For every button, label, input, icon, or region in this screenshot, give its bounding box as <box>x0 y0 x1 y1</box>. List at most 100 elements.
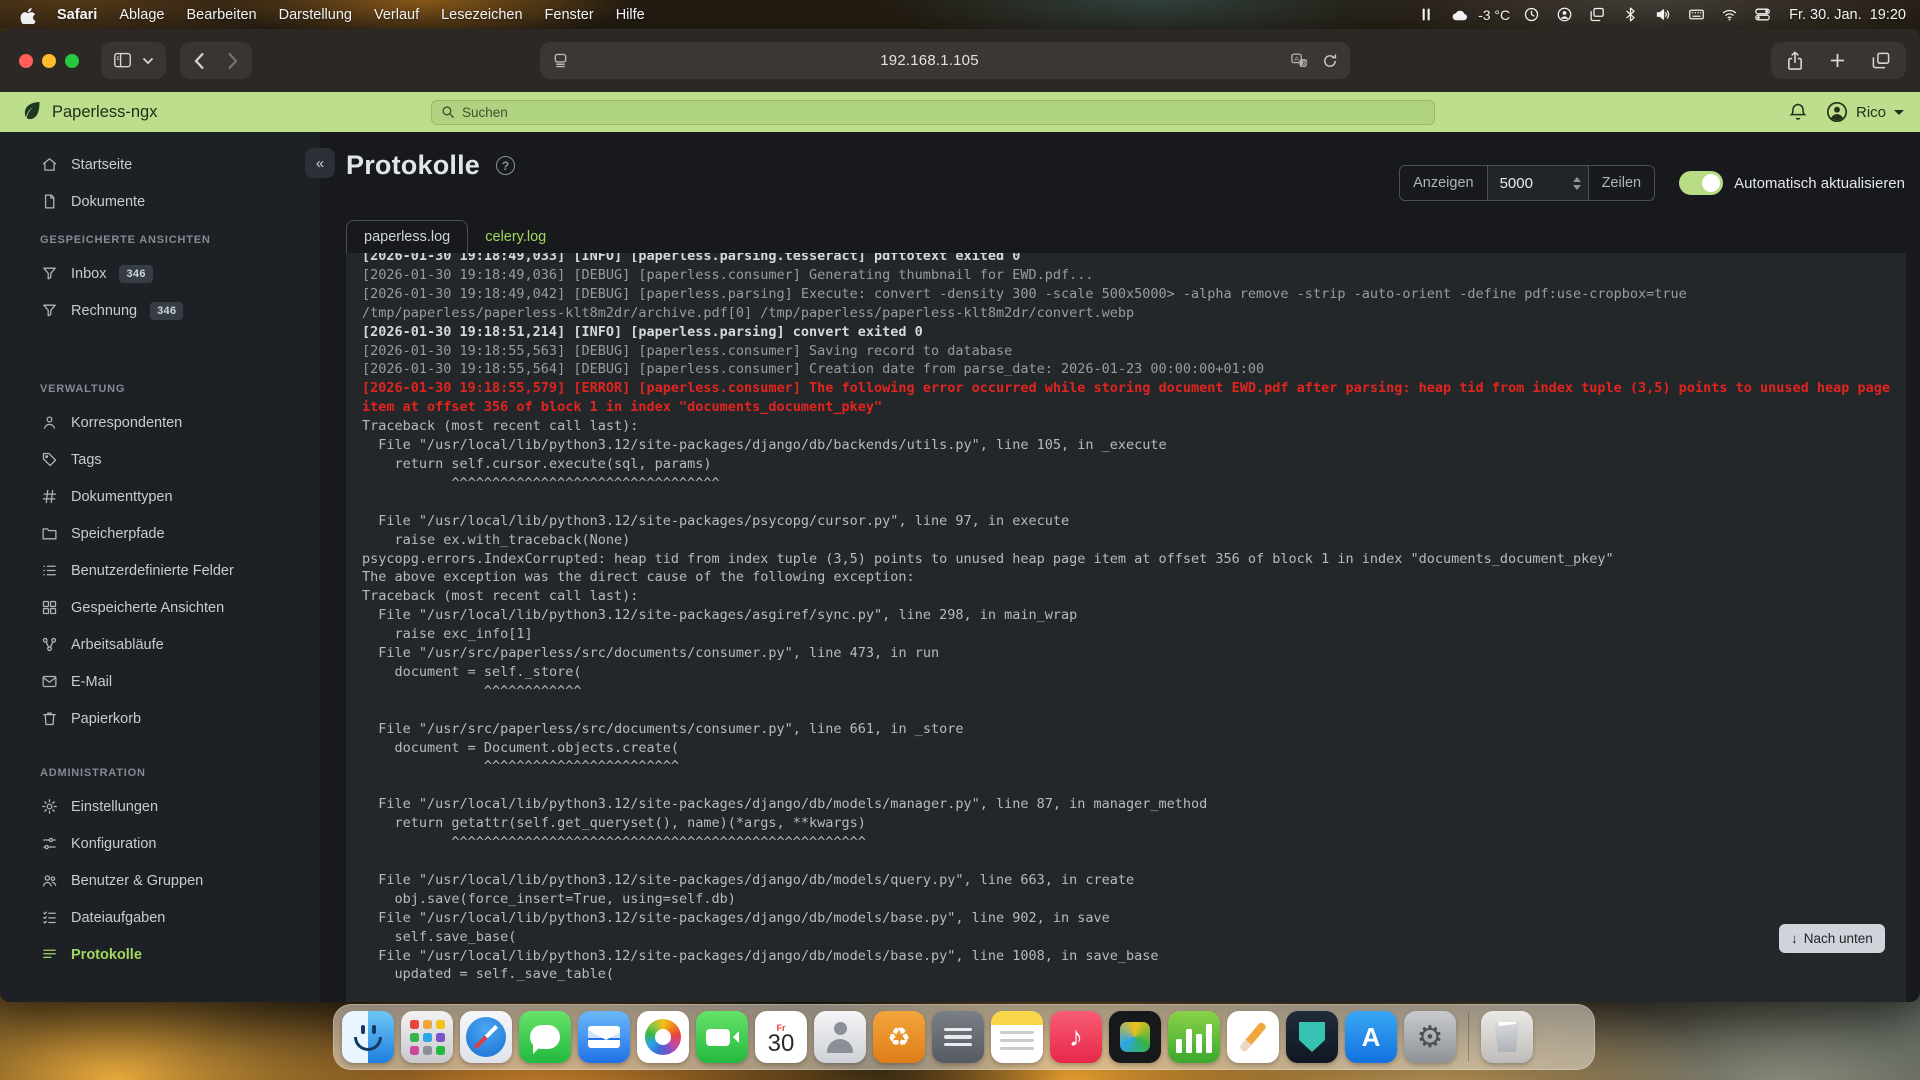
forward-button[interactable] <box>227 52 238 70</box>
dock-icon-app-store[interactable]: A <box>1345 1011 1397 1063</box>
sidebar-item-einstellungen[interactable]: Einstellungen <box>0 788 320 825</box>
number-stepper[interactable] <box>1573 166 1581 200</box>
menu-safari[interactable]: Safari <box>46 7 108 23</box>
menu-hilfe[interactable]: Hilfe <box>605 7 656 23</box>
log-line-trace: raise ex.with_traceback(None) <box>362 531 1890 550</box>
dock-icon-messages[interactable] <box>519 1011 571 1063</box>
close-window-button[interactable] <box>19 54 33 68</box>
menu-ablage[interactable]: Ablage <box>108 7 175 23</box>
dock-icon-safari[interactable] <box>460 1011 512 1063</box>
control-center-icon[interactable] <box>1751 6 1774 23</box>
dock-icon-notes[interactable] <box>991 1011 1043 1063</box>
dock-icon-recycle-app[interactable]: ♻ <box>873 1011 925 1063</box>
sidebar-item-startseite[interactable]: Startseite <box>0 146 320 183</box>
dock-icon-mail[interactable] <box>578 1011 630 1063</box>
global-search[interactable] <box>431 100 1435 125</box>
dock-icon-photo-editor[interactable] <box>1109 1011 1161 1063</box>
menu-verlauf[interactable]: Verlauf <box>363 7 430 23</box>
clock-icon[interactable] <box>1520 6 1543 23</box>
funnel-icon <box>40 302 58 319</box>
menu-bearbeiten[interactable]: Bearbeiten <box>175 7 267 23</box>
lines-count-field[interactable] <box>1488 166 1588 200</box>
new-tab-icon[interactable] <box>1829 52 1846 69</box>
stats-icon[interactable] <box>1415 6 1438 23</box>
tab-celery-log[interactable]: celery.log <box>468 220 563 253</box>
menu-darstellung[interactable]: Darstellung <box>268 7 363 23</box>
paperless-header: Paperless-ngx Rico <box>0 92 1920 132</box>
log-line-debug: [2026-01-30 19:18:55,564] [DEBUG] [paper… <box>362 360 1890 379</box>
volume-icon[interactable] <box>1652 6 1675 23</box>
dock-icon-numbers[interactable] <box>1168 1011 1220 1063</box>
dock-icon-shield-app[interactable] <box>1286 1011 1338 1063</box>
sidebar-item-benutzerdefinierte-felder[interactable]: Benutzerdefinierte Felder <box>0 552 320 589</box>
log-line-trace: ^^^^^^^^^^^^^^^^^^^^^^^^^^^^^^^^^^^^^^^^… <box>362 833 1890 852</box>
stage-manager-icon[interactable] <box>1586 6 1609 23</box>
page-settings-icon[interactable] <box>553 53 568 68</box>
auto-refresh-toggle[interactable] <box>1679 171 1723 195</box>
dock-icon-facetime[interactable] <box>696 1011 748 1063</box>
menu-lesezeichen[interactable]: Lesezeichen <box>430 7 533 23</box>
log-line-info: [2026-01-30 19:18:51,214] [INFO] [paperl… <box>362 323 1890 342</box>
sidebar-item-papierkorb[interactable]: Papierkorb <box>0 700 320 737</box>
back-button[interactable] <box>194 52 205 70</box>
sidebar-item-label: Benutzer & Gruppen <box>71 873 203 889</box>
search-input[interactable] <box>462 105 1425 120</box>
sidebar-item-label: Inbox <box>71 266 106 282</box>
scroll-to-bottom-button[interactable]: ↓ Nach unten <box>1779 924 1885 953</box>
dock-icon-music[interactable]: ♪ <box>1050 1011 1102 1063</box>
notifications-bell-icon[interactable] <box>1788 102 1808 123</box>
log-line-trace: Traceback (most recent call last): <box>362 417 1890 436</box>
sidebar-item-tags[interactable]: Tags <box>0 441 320 478</box>
dock-icon-launchpad[interactable] <box>401 1011 453 1063</box>
bluetooth-icon[interactable] <box>1619 6 1642 23</box>
sidebar-item-dokumenttypen[interactable]: Dokumenttypen <box>0 478 320 515</box>
facetime-icon[interactable] <box>1553 6 1576 23</box>
tab-overview-icon[interactable] <box>1872 52 1890 69</box>
sidebar-toggle-button[interactable] <box>101 42 166 79</box>
sidebar-item-inbox[interactable]: Inbox346 <box>0 255 320 292</box>
minimize-window-button[interactable] <box>42 54 56 68</box>
zoom-window-button[interactable] <box>65 54 79 68</box>
reload-icon[interactable] <box>1322 53 1338 69</box>
sidebar-item-speicherpfade[interactable]: Speicherpfade <box>0 515 320 552</box>
dock-icon-calendar[interactable]: Fr30 <box>755 1011 807 1063</box>
sidebar-collapse-button[interactable]: « <box>305 148 335 178</box>
wifi-icon[interactable] <box>1718 6 1741 23</box>
paperless-brand[interactable]: Paperless-ngx <box>22 101 157 123</box>
sidebar-item-rechnung[interactable]: Rechnung346 <box>0 292 320 329</box>
translate-icon[interactable]: Aあ <box>1291 53 1308 69</box>
sidebar-item-korrespondenten[interactable]: Korrespondenten <box>0 404 320 441</box>
dock-icon-photos[interactable] <box>637 1011 689 1063</box>
log-viewer[interactable]: [2026-01-30 19:18:49,033] [INFO] [paperl… <box>346 253 1906 1002</box>
user-avatar-icon <box>1826 101 1848 123</box>
dock-icon-contacts[interactable] <box>814 1011 866 1063</box>
tab-paperless-log[interactable]: paperless.log <box>346 220 468 253</box>
macos-menu-bar: SafariAblageBearbeitenDarstellungVerlauf… <box>0 0 1920 29</box>
sidebar-item-dateiaufgaben[interactable]: Dateiaufgaben <box>0 899 320 936</box>
address-bar[interactable]: 192.168.1.105 Aあ <box>540 42 1350 79</box>
user-menu[interactable]: Rico <box>1826 101 1904 123</box>
dock-icon-system-settings[interactable]: ⚙ <box>1404 1011 1456 1063</box>
sidebar-item-protokolle[interactable]: Protokolle <box>0 936 320 973</box>
sidebar-item-gespeicherte-ansichten[interactable]: Gespeicherte Ansichten <box>0 589 320 626</box>
apple-menu-icon[interactable] <box>20 6 36 24</box>
sidebar-item-e-mail[interactable]: E-Mail <box>0 663 320 700</box>
sidebar-item-arbeitsabläufe[interactable]: Arbeitsabläufe <box>0 626 320 663</box>
dock-icon-finder[interactable] <box>342 1011 394 1063</box>
sidebar-item-label: Speicherpfade <box>71 526 165 542</box>
sidebar-item-label: Korrespondenten <box>71 415 182 431</box>
sidebar-item-label: Gespeicherte Ansichten <box>71 600 224 616</box>
dock-icon-trash[interactable] <box>1481 1011 1533 1063</box>
share-icon[interactable] <box>1787 51 1803 70</box>
weather-cloud-icon[interactable] <box>1448 7 1472 23</box>
url-text[interactable]: 192.168.1.105 <box>568 52 1291 69</box>
menu-bar-clock[interactable]: Fr. 30. Jan. 19:20 <box>1789 7 1906 23</box>
dock-icon-pages[interactable] <box>1227 1011 1279 1063</box>
sidebar-item-konfiguration[interactable]: Konfiguration <box>0 825 320 862</box>
sidebar-item-benutzer-gruppen[interactable]: Benutzer & Gruppen <box>0 862 320 899</box>
keyboard-icon[interactable] <box>1685 6 1708 23</box>
dock-icon-gray-list-app[interactable] <box>932 1011 984 1063</box>
menu-fenster[interactable]: Fenster <box>534 7 605 23</box>
help-icon[interactable]: ? <box>496 156 515 175</box>
sidebar-item-dokumente[interactable]: Dokumente <box>0 183 320 220</box>
